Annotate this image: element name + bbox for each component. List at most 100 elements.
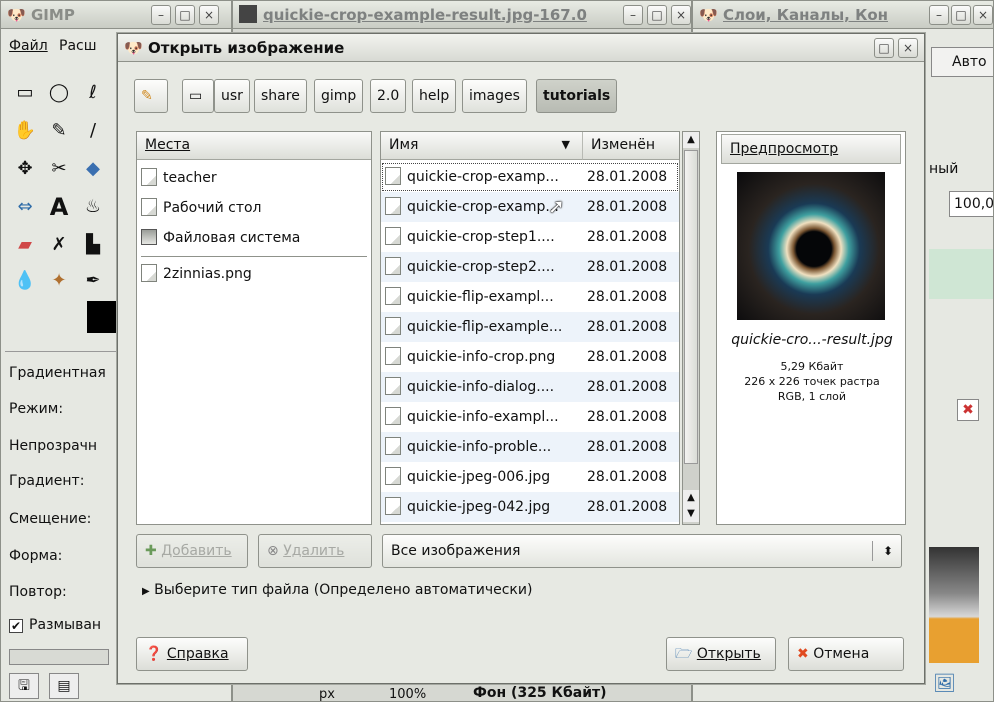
lasso-icon[interactable]: ℓ [79, 79, 107, 107]
layers-image-combo[interactable]: Авто [931, 47, 993, 77]
place-filesystem[interactable]: Файловая система [141, 224, 300, 252]
file-filter-combo[interactable]: Все изображения ⬍ [382, 534, 902, 568]
path-usr[interactable]: usr [214, 79, 250, 113]
path-2-0[interactable]: 2.0 [370, 79, 407, 113]
place-desktop-label: Рабочий стол [163, 200, 262, 216]
image-maximize-button[interactable]: □ [647, 5, 667, 25]
shape-label: Форма: [9, 548, 63, 564]
type-location-button[interactable]: ✎ [134, 79, 168, 113]
file-list-pane: Имя ▼ Изменён quickie-crop-examp... 28.01… [380, 131, 680, 525]
statusbar-unit[interactable]: px [319, 687, 335, 701]
add-icon: ✚ [145, 543, 157, 559]
eraser-icon[interactable]: ▰ [11, 231, 39, 259]
file-name: quickie-flip-example... [385, 312, 581, 342]
file-date: 28.01.2008 [587, 439, 668, 455]
menu-file[interactable]: Файл [9, 31, 48, 61]
image-close-button[interactable]: × [671, 5, 691, 25]
crop-icon[interactable]: ✂ [45, 155, 73, 183]
open-image-dialog: 🐶 Открыть изображение □ × ✎ ▭ usr share … [117, 33, 925, 684]
path-gimp[interactable]: gimp [314, 79, 364, 113]
add-bookmark-button[interactable]: ✚ Добавить [136, 534, 248, 568]
open-as-layer-icon[interactable]: 🖼 [933, 673, 956, 694]
layers-minimize-button[interactable]: – [929, 5, 949, 25]
save-options-icon[interactable]: 🖫 [9, 673, 39, 699]
dialog-maximize-button[interactable]: □ [874, 38, 894, 58]
clone-icon[interactable]: ▙ [79, 231, 107, 259]
file-row[interactable]: quickie-crop-examp... 28.01.2008 [381, 192, 679, 222]
ink-icon[interactable]: ✒ [79, 267, 107, 295]
file-row[interactable]: quickie-crop-step1.... 28.01.2008 [381, 222, 679, 252]
rect-select-icon[interactable]: ▭ [11, 79, 39, 107]
bookmark-2zinnias[interactable]: 2zinnias.png [141, 260, 252, 288]
column-name-header[interactable]: Имя ▼ [381, 132, 583, 160]
paths-icon[interactable]: ✎ [45, 117, 73, 145]
file-type-expander[interactable]: ▶ Выберите тип файла (Определено автомат… [142, 582, 532, 598]
toolbox-scrollbar[interactable] [9, 649, 109, 665]
scroll-down-arrow-icon[interactable]: ▲ [683, 490, 699, 506]
foreground-color-swatch[interactable] [87, 301, 121, 333]
remove-bookmark-button[interactable]: ⊗ Удалить [258, 534, 372, 568]
file-name: quickie-info-dialog.... [385, 372, 581, 402]
move-icon[interactable]: ✥ [11, 155, 39, 183]
delete-layer-icon[interactable]: ✖ [957, 399, 979, 421]
layers-close-button[interactable]: × [973, 5, 993, 25]
layers-mode-partial[interactable]: ный [929, 161, 958, 177]
toolbox-maximize-button[interactable]: □ [175, 5, 195, 25]
toolbox-close-button[interactable]: × [199, 5, 219, 25]
layers-opacity-field[interactable]: 100,0 [949, 191, 993, 217]
file-row[interactable]: quickie-info-proble... 28.01.2008 [381, 432, 679, 462]
dialog-close-button[interactable]: × [898, 38, 918, 58]
file-row[interactable]: quickie-jpeg-042.jpg 28.01.2008 [381, 492, 679, 522]
file-list-scrollbar[interactable]: ▲ ▲ ▼ [682, 131, 700, 525]
blur-icon[interactable]: 💧 [11, 267, 39, 295]
file-row[interactable]: quickie-crop-step2.... 28.01.2008 [381, 252, 679, 282]
fuzzy-select-icon[interactable]: ✋ [11, 117, 39, 145]
help-button[interactable]: ❓ Справка [136, 637, 248, 671]
open-button[interactable]: 🗁 Открыть [666, 637, 776, 671]
place-desktop[interactable]: Рабочий стол [141, 194, 262, 222]
edit-pencil-icon: ✎ [141, 88, 153, 104]
scrollbar-thumb[interactable] [684, 150, 698, 464]
place-teacher[interactable]: teacher [141, 164, 217, 192]
file-row[interactable]: quickie-crop-examp... 28.01.2008 [381, 162, 679, 192]
toolbox-minimize-button[interactable]: – [151, 5, 171, 25]
file-row[interactable]: quickie-flip-exampl... 28.01.2008 [381, 282, 679, 312]
place-filesystem-label: Файловая система [163, 230, 301, 246]
file-row[interactable]: quickie-info-dialog.... 28.01.2008 [381, 372, 679, 402]
transform-icon[interactable]: ◆ [79, 155, 107, 183]
text-tool-icon[interactable]: A [45, 193, 73, 221]
file-row[interactable]: quickie-info-crop.png 28.01.2008 [381, 342, 679, 372]
scroll-down-arrow-icon-2[interactable]: ▼ [683, 506, 699, 522]
ellipse-select-icon[interactable]: ◯ [45, 79, 73, 107]
airbrush-icon[interactable]: ✗ [45, 231, 73, 259]
file-row[interactable]: quickie-info-exampl... 28.01.2008 [381, 402, 679, 432]
color-picker-icon[interactable]: / [79, 117, 107, 145]
restore-options-icon[interactable]: ▤ [49, 673, 79, 699]
scroll-up-arrow-icon[interactable]: ▲ [683, 132, 699, 148]
cancel-button[interactable]: ✖ Отмена [788, 637, 904, 671]
smudge-icon[interactable]: ✦ [45, 267, 73, 295]
path-share[interactable]: share [254, 79, 307, 113]
file-filter-value: Все изображения [391, 543, 521, 559]
file-date: 28.01.2008 [587, 349, 668, 365]
path-tutorials[interactable]: tutorials [536, 79, 618, 113]
file-row[interactable]: quickie-flip-example... 28.01.2008 [381, 312, 679, 342]
path-help[interactable]: help [412, 79, 457, 113]
statusbar-zoom[interactable]: 100% [389, 687, 426, 701]
menu-extensions[interactable]: Расш [59, 31, 97, 61]
bucket-fill-icon[interactable]: ♨ [79, 193, 107, 221]
image-minimize-button[interactable]: – [623, 5, 643, 25]
toolbox-titlebar[interactable]: 🐶 GIMP [1, 1, 231, 29]
layers-maximize-button[interactable]: □ [951, 5, 971, 25]
column-modified-header[interactable]: Изменён [583, 132, 679, 160]
dialog-titlebar[interactable]: 🐶 Открыть изображение [118, 34, 924, 62]
path-root-button[interactable]: ▭ [182, 79, 214, 113]
dither-checkbox[interactable]: ✔ [9, 619, 23, 633]
layers-mode-value: Авто [952, 54, 987, 70]
places-header[interactable]: Места [137, 132, 371, 160]
path-images[interactable]: images [462, 79, 527, 113]
flip-icon[interactable]: ⇔ [11, 193, 39, 221]
cancel-icon: ✖ [797, 646, 809, 662]
image-title: quickie-crop-example-result.jpg-167.0 [263, 6, 587, 24]
file-row[interactable]: quickie-jpeg-006.jpg 28.01.2008 [381, 462, 679, 492]
